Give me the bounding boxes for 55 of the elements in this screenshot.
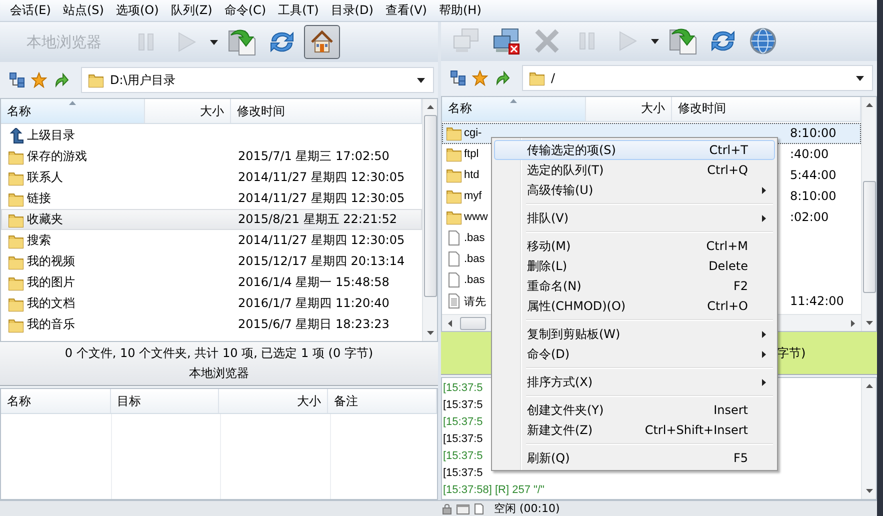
- modified-time: 2015/6/7 星期日 18:23:23: [238, 317, 390, 331]
- file-name: www: [464, 211, 488, 224]
- file-name: 上级目录: [27, 127, 75, 144]
- modified-time: 2015/12/17 星期四 20:13:14: [238, 254, 405, 268]
- file-name: .bas: [464, 232, 485, 244]
- pane-title: 本地浏览器: [26, 32, 102, 52]
- log-line: [15:37:5: [443, 432, 483, 447]
- log-line: [15:37:5: [443, 466, 483, 481]
- shortcut-text: F5: [733, 451, 748, 465]
- file-name: .bas: [464, 274, 485, 286]
- shortcut-text: F2: [733, 279, 748, 293]
- shortcut-text: Ctrl+T: [709, 143, 748, 157]
- shortcut-text: Ctrl+M: [706, 239, 748, 253]
- file-name: ftpl: [464, 148, 479, 160]
- modified-time: 2016/1/7 星期四 11:20:40: [238, 296, 390, 310]
- file-name: 我的文档: [27, 295, 75, 312]
- modified-time: :40:00: [790, 147, 829, 162]
- shortcut-text: Insert: [714, 403, 748, 417]
- log-line: [15:37:5: [443, 381, 483, 396]
- file-name: 联系人: [27, 169, 63, 186]
- log-line: [15:37:5: [443, 449, 483, 464]
- shortcut-text: Ctrl+O: [707, 299, 748, 313]
- modified-time: :02:00: [790, 210, 829, 224]
- file-name: 搜索: [27, 232, 51, 249]
- shortcut-text: Ctrl+Shift+Insert: [644, 423, 748, 437]
- file-name: 收藏夹: [27, 211, 63, 228]
- log-line: [15:37:58] [R] 257 "/": [443, 483, 544, 498]
- file-name: 链接: [27, 190, 51, 207]
- file-name: myf: [464, 190, 482, 202]
- file-name: 我的视频: [27, 253, 75, 270]
- pane-caption: 本地浏览器: [189, 365, 249, 382]
- file-name: 保存的游戏: [27, 148, 87, 165]
- modified-time: 5:44:00: [790, 168, 836, 182]
- modified-time: 2014/11/27 星期四 12:30:05: [238, 233, 405, 247]
- shortcut-text: Delete: [708, 259, 748, 273]
- status-text: 空闲 (00:10): [494, 501, 560, 516]
- log-line: [15:37:5: [443, 415, 483, 430]
- modified-time: 8:10:00: [790, 189, 836, 204]
- modified-time: 2014/11/27 星期四 12:30:05: [238, 191, 405, 205]
- file-name: 我的图片: [27, 274, 75, 291]
- file-name: htd: [464, 169, 480, 182]
- file-name: 我的音乐: [27, 316, 75, 333]
- log-line: [15:37:5: [443, 398, 483, 413]
- modified-time: 11:42:00: [790, 294, 844, 308]
- file-name: 请先: [464, 294, 486, 309]
- file-name: cgi-: [464, 127, 482, 140]
- shortcut-text: Ctrl+Q: [707, 163, 748, 177]
- status-text: 字节): [777, 344, 806, 362]
- modified-time: 8:10:00: [790, 126, 836, 140]
- status-text: 0 个文件, 10 个文件夹, 共计 10 项, 已选定 1 项 (0 字节): [64, 345, 374, 362]
- modified-time: 2015/8/21 星期五 22:21:52: [238, 212, 398, 226]
- file-name: .bas: [464, 253, 485, 266]
- modified-time: 2014/11/27 星期四 12:30:05: [238, 170, 405, 184]
- modified-time: 2015/7/1 星期三 17:02:50: [238, 149, 390, 163]
- modified-time: 2016/1/4 星期一 15:48:58: [238, 275, 390, 289]
